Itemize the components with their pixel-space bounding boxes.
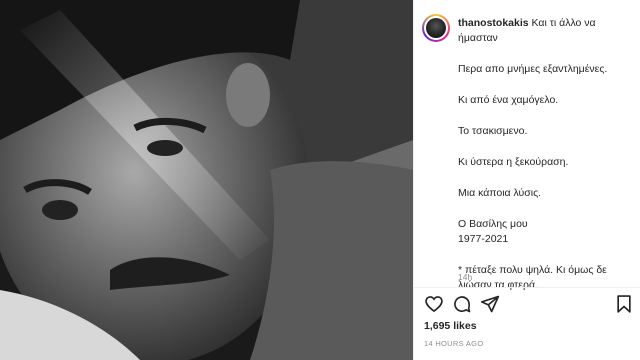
heart-icon[interactable]: [424, 294, 444, 314]
comment-icon[interactable]: [452, 294, 472, 314]
post-photo[interactable]: [0, 0, 413, 360]
caption-intro: thanostokakis Και τι άλλο να ήμασταν: [458, 16, 608, 46]
caption-line: 1977-2021: [458, 233, 509, 245]
avatar[interactable]: [422, 14, 450, 42]
avatar-image: [426, 18, 446, 38]
bookmark-icon[interactable]: [614, 294, 634, 314]
instagram-post: thanostokakis Και τι άλλο να ήμασταν Περ…: [0, 0, 640, 360]
likes-count[interactable]: 1,695 likes: [424, 320, 477, 332]
share-icon[interactable]: [480, 294, 500, 314]
caption-line: Μια κάποια λύσις.: [458, 187, 542, 199]
post-sidebar: thanostokakis Και τι άλλο να ήμασταν Περ…: [413, 0, 640, 360]
action-bar: [424, 294, 634, 316]
caption-line: Το τσακισμενο.: [458, 125, 528, 137]
caption-line: Περα απο μνήμες εξαντλημένες.: [458, 63, 608, 75]
post-timestamp: 14 HOURS AGO: [424, 339, 484, 348]
caption-line: Κι από ένα χαμόγελο.: [458, 94, 559, 106]
caption-line: Ο Βασίλης μου: [458, 218, 528, 230]
username-link[interactable]: thanostokakis: [458, 17, 529, 29]
divider: [414, 287, 640, 288]
black-and-white-portrait-image: [0, 0, 413, 360]
caption-line: Κι ύστερα η ξεκούραση.: [458, 156, 569, 168]
comment-timestamp: 14h: [458, 272, 473, 282]
caption-line: * πέταξε πολυ ψηλά. Κι όμως δε λιώσαν τα…: [458, 264, 607, 291]
caption-body: Περα απο μνήμες εξαντλημένες. Κι από ένα…: [458, 62, 633, 309]
